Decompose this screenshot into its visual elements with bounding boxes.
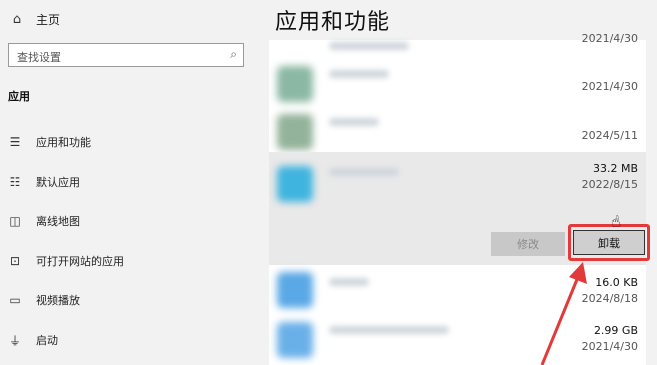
open-link-icon: ⊡ bbox=[9, 254, 21, 268]
sidebar-item-label: 默认应用 bbox=[36, 176, 80, 189]
sidebar-item-label: 可打开网站的应用 bbox=[36, 255, 124, 268]
app-name-blurred bbox=[329, 70, 389, 78]
home-label: 主页 bbox=[36, 12, 61, 27]
app-row[interactable]: 2024/5/11 bbox=[269, 110, 646, 152]
search-icon: ⌕ bbox=[230, 47, 237, 61]
default-apps-icon: ☷ bbox=[9, 175, 21, 189]
search-input[interactable]: 查找设置 ⌕ bbox=[8, 43, 244, 67]
sidebar-item-label: 应用和功能 bbox=[36, 136, 91, 149]
app-size: 2.99 GB bbox=[593, 324, 638, 337]
install-date: 2021/4/30 bbox=[581, 340, 638, 353]
sidebar-item-video-playback[interactable]: ▭ 视频播放 bbox=[8, 290, 80, 310]
app-icon bbox=[277, 272, 313, 308]
install-date: 2024/8/18 bbox=[581, 292, 638, 305]
app-row[interactable]: 2021/4/30 bbox=[269, 60, 646, 110]
install-date: 2024/5/11 bbox=[581, 129, 638, 142]
install-date: 2022/8/15 bbox=[581, 178, 638, 191]
sidebar-item-label: 启动 bbox=[36, 334, 58, 347]
app-icon bbox=[277, 114, 313, 150]
app-icon bbox=[277, 166, 313, 202]
app-list: 2021/4/30 2021/4/30 2024/5/11 33.2 MB 20… bbox=[269, 32, 650, 365]
app-row[interactable]: 2.99 GB 2021/4/30 bbox=[269, 316, 646, 365]
sidebar-item-offline-maps[interactable]: ◫ 离线地图 bbox=[8, 211, 80, 231]
app-size: 33.2 MB bbox=[592, 162, 638, 175]
sidebar-item-label: 离线地图 bbox=[36, 215, 80, 228]
install-date: 2021/4/30 bbox=[581, 80, 638, 93]
settings-sidebar: ⌂ 主页 查找设置 ⌕ 应用 ☰ 应用和功能 ☷ 默认应用 ◫ 离线地图 ⊡ 可… bbox=[0, 0, 258, 365]
modify-button[interactable]: 修改 bbox=[491, 232, 565, 256]
list-icon: ☰ bbox=[9, 135, 21, 149]
search-placeholder: 查找设置 bbox=[17, 51, 61, 64]
home-icon: ⌂ bbox=[12, 11, 22, 27]
app-row[interactable]: 16.0 KB 2024/8/18 bbox=[269, 268, 646, 316]
app-icon bbox=[277, 322, 313, 358]
home-nav[interactable]: ⌂ 主页 bbox=[10, 10, 60, 28]
video-icon: ▭ bbox=[9, 293, 21, 307]
app-name-blurred bbox=[329, 42, 409, 50]
startup-icon: ⏚ bbox=[8, 333, 21, 348]
sidebar-item-label: 视频播放 bbox=[36, 294, 80, 307]
app-size: 16.0 KB bbox=[595, 276, 638, 289]
app-name-blurred bbox=[329, 278, 369, 286]
sidebar-item-apps-features[interactable]: ☰ 应用和功能 bbox=[8, 132, 91, 152]
section-title: 应用 bbox=[8, 90, 30, 103]
app-name-blurred bbox=[329, 168, 399, 176]
page-title: 应用和功能 bbox=[275, 10, 391, 35]
install-date: 2021/4/30 bbox=[581, 32, 638, 45]
sidebar-item-default-apps[interactable]: ☷ 默认应用 bbox=[8, 172, 80, 192]
map-icon: ◫ bbox=[9, 214, 21, 228]
main-pane: 应用和功能 2021/4/30 2021/4/30 2024/5/11 33.2… bbox=[258, 0, 657, 365]
app-icon bbox=[277, 66, 313, 102]
sidebar-item-startup[interactable]: ⏚ 启动 bbox=[8, 330, 58, 350]
app-name-blurred bbox=[329, 118, 379, 126]
sidebar-item-website-apps[interactable]: ⊡ 可打开网站的应用 bbox=[8, 251, 124, 271]
app-name-blurred bbox=[329, 326, 449, 334]
uninstall-button[interactable]: 卸载 bbox=[573, 230, 645, 255]
